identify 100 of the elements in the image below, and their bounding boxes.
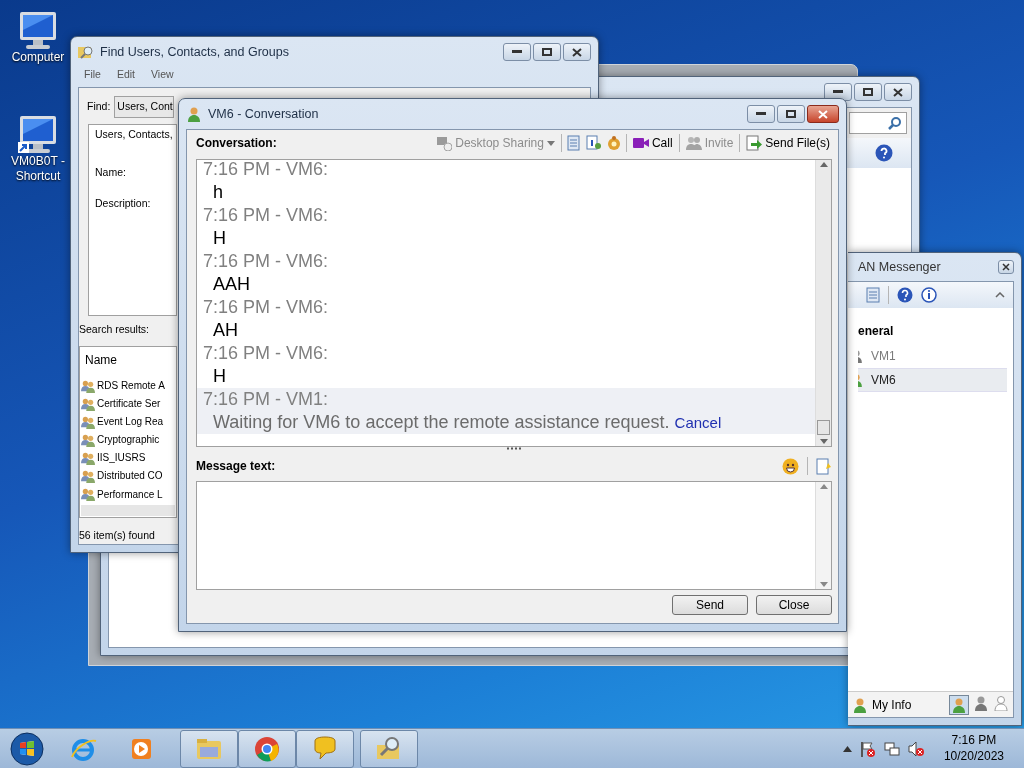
group-icon — [81, 414, 95, 429]
maximize-button[interactable] — [854, 83, 882, 101]
menu-item[interactable]: Edit — [116, 67, 135, 83]
camera-icon — [632, 135, 649, 151]
list-item[interactable]: RDS Remote A — [97, 378, 165, 394]
action-center-icon[interactable] — [859, 740, 876, 757]
contact-item[interactable]: VM1 — [864, 347, 896, 365]
message-text: AAH — [213, 274, 250, 294]
splitter-handle[interactable] — [507, 447, 521, 450]
minimize-button[interactable] — [824, 83, 852, 101]
menu-item[interactable]: View — [151, 67, 174, 83]
group-icon — [81, 396, 95, 411]
close-icon — [893, 87, 903, 97]
maximize-button[interactable] — [533, 43, 561, 61]
taskbar-button[interactable] — [238, 729, 296, 768]
list-item[interactable]: Event Log Rea — [97, 414, 164, 430]
maximize-icon — [542, 48, 552, 56]
status-button[interactable] — [949, 694, 969, 715]
message-input[interactable] — [196, 481, 832, 590]
find-dropdown[interactable]: Users, Cont — [114, 95, 175, 118]
contact-row-highlight[interactable]: VM6 — [858, 368, 1007, 392]
list-item[interactable]: Distributed CO — [97, 468, 163, 484]
my-info-link[interactable]: My Info — [872, 695, 912, 714]
person-icon — [186, 106, 202, 122]
scroll-down-icon — [819, 439, 828, 444]
message-header: 7:16 PM - VM6: — [202, 250, 330, 273]
status-text: 56 item(s) found — [79, 527, 155, 543]
message-header: 7:16 PM - VM6: — [202, 204, 330, 227]
group-icon — [81, 378, 95, 393]
maximize-icon — [863, 88, 873, 96]
group-header[interactable]: eneral — [858, 322, 1007, 344]
collapse-icon[interactable] — [995, 292, 1005, 298]
busy-icon[interactable] — [973, 694, 989, 711]
minimize-button[interactable] — [503, 43, 531, 61]
gear-icon[interactable] — [605, 135, 622, 151]
list-item[interactable]: IIS_IUSRS — [97, 450, 146, 466]
minimize-button[interactable] — [747, 105, 775, 123]
close-icon — [572, 47, 582, 57]
cancel-link[interactable]: Cancel — [674, 414, 722, 431]
scrollbar[interactable] — [81, 505, 175, 517]
windows-orb-icon — [10, 731, 44, 766]
close-icon — [818, 109, 828, 119]
taskbar-button[interactable] — [296, 729, 354, 768]
help-icon[interactable] — [875, 144, 893, 162]
icon-label[interactable]: Computer — [11, 50, 65, 65]
info-icon[interactable] — [921, 287, 937, 303]
scroll-up-icon — [819, 484, 828, 489]
window-title: Find Users, Contacts, and Groups — [100, 43, 289, 61]
close-button[interactable] — [563, 43, 591, 61]
menu-item[interactable]: File — [84, 67, 101, 83]
people-icon — [685, 135, 702, 151]
scrollbar[interactable] — [815, 482, 831, 589]
info-icon[interactable] — [585, 135, 602, 151]
file-icon — [746, 135, 763, 151]
message-text: AH — [213, 320, 238, 340]
dialog-button[interactable]: Send — [672, 595, 748, 615]
search-field[interactable] — [849, 112, 907, 134]
section-label: Message text: — [196, 458, 276, 475]
smiley-icon[interactable] — [782, 457, 799, 475]
field-label: Find: — [87, 98, 111, 114]
group-icon — [81, 487, 95, 501]
taskbar-button[interactable] — [180, 729, 238, 768]
contact-item[interactable]: VM6 — [864, 371, 896, 389]
icon-label[interactable]: VM0B0T - Shortcut — [5, 154, 71, 184]
minimize-icon — [756, 112, 766, 116]
list-item[interactable]: Performance L — [97, 486, 163, 502]
close-button[interactable] — [998, 260, 1014, 274]
field-label: Name: — [95, 164, 126, 180]
online-icon — [951, 696, 967, 713]
help-icon[interactable] — [897, 287, 913, 303]
maximize-button[interactable] — [777, 105, 805, 123]
group-icon — [81, 468, 95, 483]
group-icon — [81, 432, 95, 447]
message-text: H — [213, 366, 226, 386]
close-button[interactable] — [884, 83, 912, 101]
volume-muted-icon[interactable] — [907, 740, 924, 757]
section-label: Search results: — [79, 321, 150, 337]
message-header: 7:16 PM - VM6: — [202, 342, 330, 365]
scrollbar[interactable] — [815, 160, 831, 446]
message-header: 7:16 PM - VM6: — [202, 160, 330, 181]
minimize-icon — [833, 90, 843, 94]
list-item[interactable]: Certificate Ser — [97, 396, 161, 412]
chrome-icon — [253, 734, 281, 763]
person-icon — [852, 696, 868, 713]
list-item[interactable]: Cryptographic — [97, 432, 160, 448]
caret-icon — [546, 140, 555, 146]
message-header: 7:16 PM - VM6: — [202, 296, 330, 319]
dialog-button[interactable]: Close — [756, 595, 832, 615]
column-header[interactable]: Name — [81, 346, 121, 373]
scroll-thumb[interactable] — [817, 420, 830, 435]
tray-arrow-icon[interactable] — [842, 745, 852, 752]
clock[interactable]: 7:16 PM 10/20/2023 — [943, 732, 1004, 765]
network-icon[interactable] — [883, 740, 900, 757]
minimize-icon — [512, 50, 522, 54]
toolbar-button[interactable]: Call — [630, 134, 675, 152]
search-icon — [888, 116, 902, 130]
toolbar-button[interactable]: Send File(s) — [744, 134, 832, 152]
taskbar-button[interactable] — [360, 729, 418, 768]
tab[interactable]: Users, Contacts, — [95, 126, 173, 143]
close-button[interactable] — [807, 105, 839, 123]
